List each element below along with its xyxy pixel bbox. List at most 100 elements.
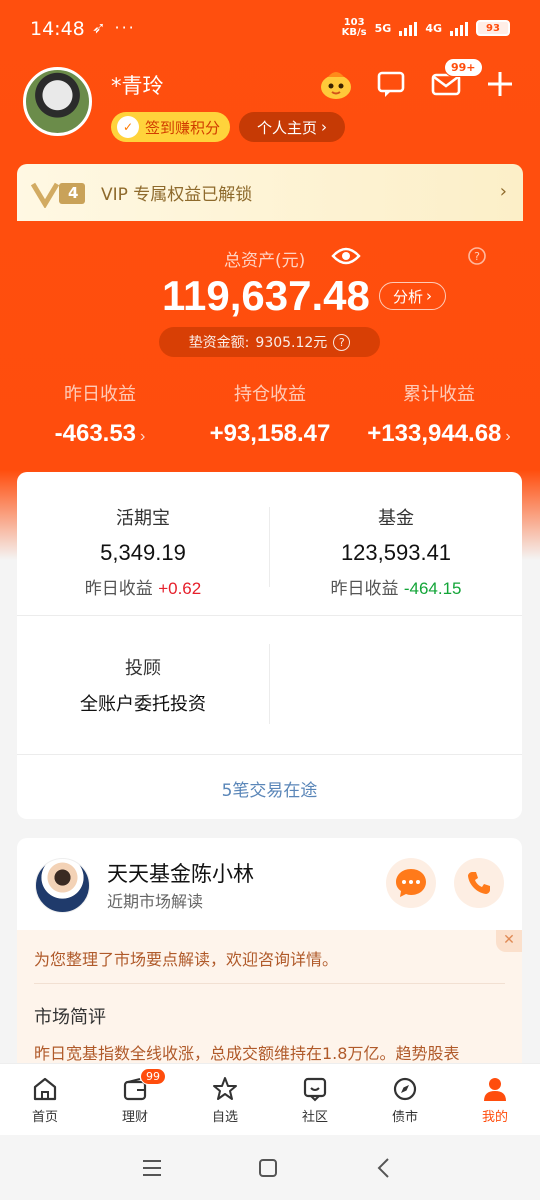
huoqibao-value: 5,349.19	[100, 540, 186, 565]
vip-text: VIP 专属权益已解锁	[101, 185, 253, 205]
earning-value: +93,158.47	[209, 420, 331, 447]
vip-badge-icon: 4	[30, 178, 87, 209]
advisor-cell[interactable]: 投顾 全账户委托投资	[17, 654, 269, 716]
total-assets-value: 119,637.48	[162, 272, 370, 319]
coin-icon: ✓	[117, 116, 139, 138]
divider	[269, 644, 270, 724]
advance-value: 9305.12元	[255, 335, 328, 351]
community-icon	[303, 1077, 327, 1102]
notification-icons: ➶ ···	[92, 18, 136, 37]
sign-in-button[interactable]: ✓ 签到赚积分	[111, 112, 230, 142]
avatar[interactable]	[23, 67, 92, 136]
advisor-avatar[interactable]	[35, 858, 90, 913]
chevron-right-icon: ›	[140, 428, 146, 445]
help-icon[interactable]: ?	[467, 246, 487, 270]
chevron-right-icon: ›	[505, 428, 511, 445]
vip-banner[interactable]: 4 VIP 专属权益已解锁 ›	[17, 164, 523, 221]
tab-community[interactable]: 社区	[270, 1064, 360, 1135]
star-icon	[213, 1077, 237, 1100]
total-assets-label: 总资产(元)	[224, 251, 306, 271]
product-card: 活期宝 5,349.19 昨日收益 +0.62 基金 123,593.41 昨日…	[17, 472, 522, 819]
earning-label: 累计收益	[403, 384, 475, 405]
signal-icon	[399, 20, 418, 36]
huoqibao-title: 活期宝	[116, 508, 170, 529]
tab-label: 首页	[31, 1110, 58, 1125]
chevron-right-icon: ›	[321, 118, 327, 136]
status-time: 14:48	[30, 18, 85, 40]
back-icon[interactable]	[369, 1153, 399, 1183]
market-title: 市场简评	[34, 1007, 106, 1028]
plus-icon[interactable]	[482, 66, 518, 102]
compass-icon	[393, 1077, 417, 1101]
advisor-value: 全账户委托投资	[80, 694, 206, 715]
analyze-label: 分析	[392, 287, 423, 306]
tab-wealth[interactable]: 99 理财	[90, 1064, 180, 1135]
sign-in-label: 签到赚积分	[145, 118, 221, 137]
chat-bubble-icon[interactable]	[386, 858, 436, 908]
fund-cell[interactable]: 基金 123,593.41 昨日收益 -464.15	[270, 504, 522, 599]
huoqibao-sub-value: +0.62	[158, 579, 202, 598]
personal-home-label: 个人主页	[256, 118, 317, 137]
username: *青玲	[111, 74, 164, 98]
tab-bond-market[interactable]: 债市	[360, 1064, 450, 1135]
battery-icon: 93	[476, 20, 510, 36]
chevron-right-icon: ›	[426, 287, 432, 305]
fund-title: 基金	[378, 508, 414, 529]
divider	[34, 983, 505, 984]
home-square-icon[interactable]	[253, 1153, 283, 1183]
earning-cumulative[interactable]: 累计收益 +133,944.68 ›	[364, 380, 514, 448]
analyze-button[interactable]: 分析 ›	[379, 282, 446, 310]
earning-value: -463.53	[54, 420, 137, 447]
advisor-name: 天天基金陈小林	[107, 862, 254, 886]
network-4g-label: 4G	[425, 21, 442, 35]
earning-label: 持仓收益	[234, 384, 306, 405]
earning-value: +133,944.68	[367, 420, 502, 447]
chat-icon[interactable]	[373, 66, 409, 102]
eye-icon[interactable]	[331, 244, 361, 272]
tab-label: 我的	[481, 1110, 508, 1125]
earning-holding[interactable]: 持仓收益 +93,158.47	[200, 380, 340, 448]
svg-text:?: ?	[474, 250, 480, 263]
help-icon: ?	[333, 333, 351, 351]
close-icon[interactable]: ✕	[496, 930, 522, 952]
advance-label: 垫资金额:	[188, 335, 250, 351]
tab-watchlist[interactable]: 自选	[180, 1064, 270, 1135]
advisor-card: 天天基金陈小林 近期市场解读 为您整理了市场要点解读，欢迎咨询详情。 ✕ 市场简…	[17, 838, 522, 1078]
home-icon	[33, 1077, 57, 1101]
mascot-icon[interactable]	[318, 66, 354, 102]
earning-yesterday[interactable]: 昨日收益 -463.53 ›	[40, 380, 160, 448]
market-text: 昨日宽基指数全线收涨，总成交额维持在1.8万亿。趋势股表	[34, 1044, 460, 1063]
tab-label: 债市	[391, 1110, 418, 1125]
tab-home[interactable]: 首页	[0, 1064, 90, 1135]
person-icon	[484, 1078, 506, 1101]
fund-sub-label: 昨日收益	[330, 579, 399, 599]
advisor-subtitle: 近期市场解读	[107, 892, 204, 911]
status-indicators: 103 KB/s 5G 4G 93	[342, 18, 510, 38]
divider	[17, 615, 522, 616]
tab-label: 社区	[301, 1110, 328, 1125]
status-bar: 14:48 ➶ ··· 103 KB/s 5G 4G 93	[0, 0, 540, 58]
fund-value: 123,593.41	[340, 540, 452, 565]
tab-label: 自选	[211, 1110, 238, 1125]
market-notice[interactable]: 为您整理了市场要点解读，欢迎咨询详情。 ✕ 市场简评 昨日宽基指数全线收涨，总成…	[17, 930, 522, 1078]
advisor-title: 投顾	[125, 658, 161, 679]
system-nav-bar	[0, 1135, 540, 1200]
tab-label: 理财	[121, 1110, 148, 1125]
in-transit-link[interactable]: 5笔交易在途	[17, 776, 522, 801]
chevron-right-icon: ›	[499, 181, 507, 202]
huoqibao-cell[interactable]: 活期宝 5,349.19 昨日收益 +0.62	[17, 504, 269, 599]
net-speed: 103 KB/s	[341, 17, 367, 38]
advance-amount-pill[interactable]: 垫资金额: 9305.12元 ?	[159, 327, 380, 357]
divider	[17, 754, 522, 755]
tab-badge: 99	[140, 1068, 166, 1085]
tab-mine[interactable]: 我的	[450, 1064, 540, 1135]
fund-sub-value: -464.15	[403, 579, 462, 598]
earning-label: 昨日收益	[64, 384, 136, 405]
bottom-tab-bar: 首页 99 理财 自选 社区 债市 我的	[0, 1063, 540, 1135]
huoqibao-sub-label: 昨日收益	[84, 579, 153, 599]
personal-home-button[interactable]: 个人主页 ›	[239, 112, 345, 142]
notice-text: 为您整理了市场要点解读，欢迎咨询详情。	[34, 950, 339, 969]
menu-icon[interactable]	[137, 1153, 167, 1183]
signal-icon-2	[450, 20, 468, 36]
phone-icon[interactable]	[454, 858, 504, 908]
